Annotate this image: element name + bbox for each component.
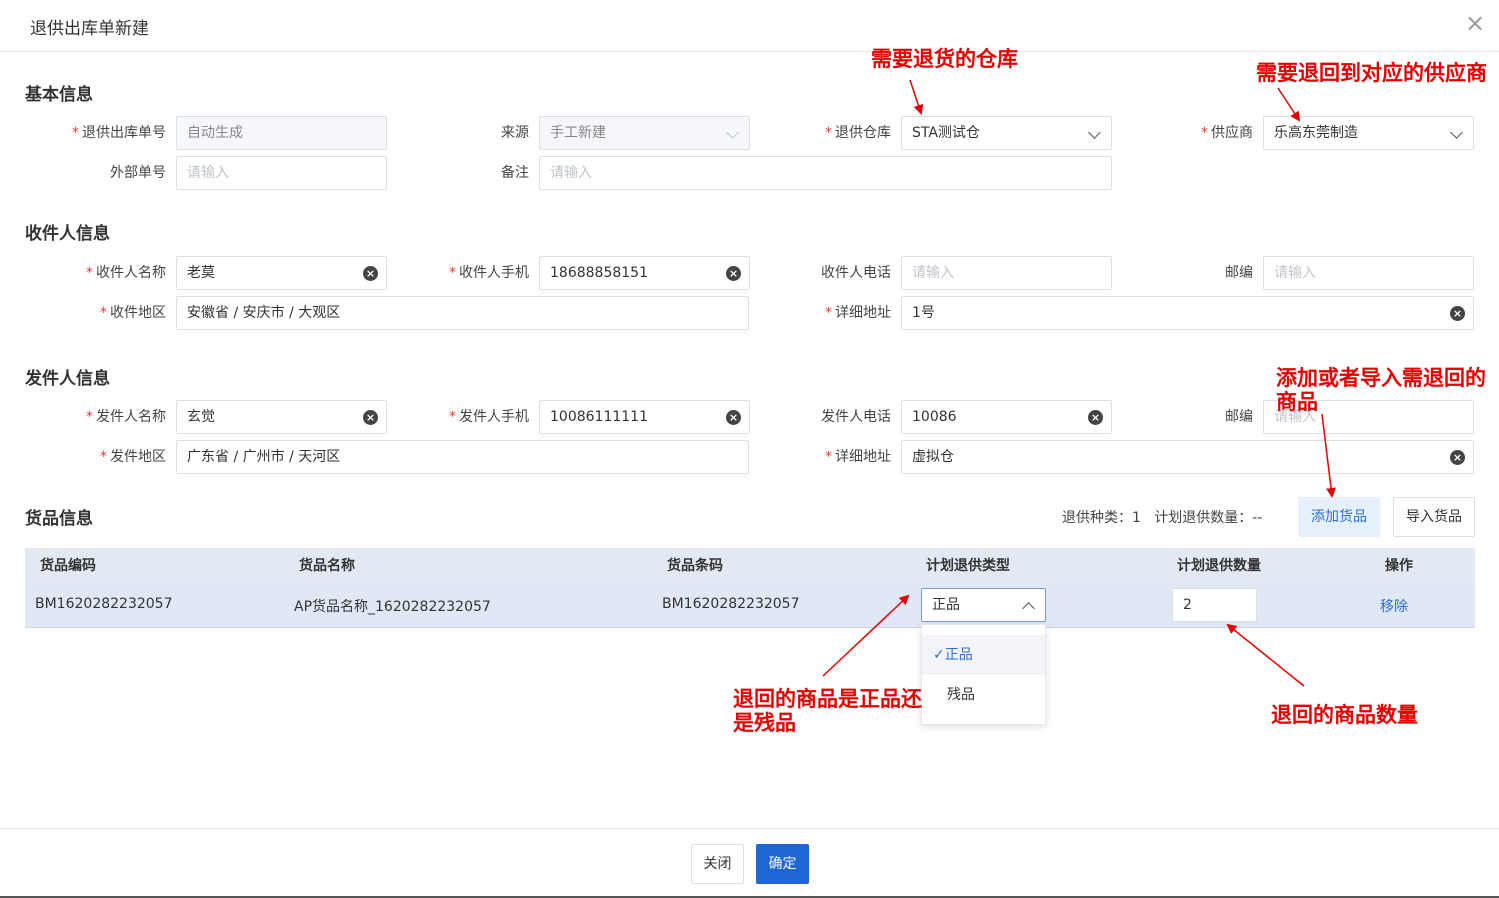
supplier-label: * 供应商: [1201, 125, 1253, 141]
receiver-mobile-label: * 收件人手机: [449, 265, 529, 281]
external-no-label: 外部单号: [110, 165, 166, 181]
receiver-address-input[interactable]: 1号 ×: [901, 296, 1474, 330]
receiver-region-select[interactable]: 安徽省 / 安庆市 / 大观区: [176, 296, 749, 330]
goods-name-cell: AP货品名称_1620282232057: [294, 599, 491, 615]
return-quantity-input[interactable]: 2: [1172, 588, 1257, 622]
receiver-name-label: * 收件人名称: [86, 265, 166, 281]
remark-label: 备注: [501, 165, 529, 181]
source-select: 手工新建: [539, 116, 750, 150]
section-receiver-title: 收件人信息: [25, 224, 110, 244]
confirm-button[interactable]: 确定: [756, 844, 809, 884]
sender-zip-label: 邮编: [1225, 409, 1253, 425]
return-type-dropdown: ✓正品 残品: [921, 624, 1046, 725]
header-divider: [0, 51, 1499, 52]
sender-mobile-label: * 发件人手机: [449, 409, 529, 425]
clear-icon[interactable]: ×: [1088, 410, 1103, 425]
chevron-down-icon: [726, 126, 739, 139]
receiver-phone-label: 收件人电话: [821, 265, 891, 281]
order-no-label: * 退供出库单号: [72, 125, 166, 141]
sender-mobile-input[interactable]: 10086111111 ×: [539, 400, 750, 434]
chevron-down-icon: [1088, 126, 1101, 139]
arrow-quantity: [1226, 623, 1305, 687]
receiver-mobile-input[interactable]: 18688858151 ×: [539, 256, 750, 290]
sender-phone-input[interactable]: 10086 ×: [901, 400, 1112, 434]
clear-icon[interactable]: ×: [726, 410, 741, 425]
col-header-quantity: 计划退供数量: [1177, 558, 1261, 574]
close-button[interactable]: 关闭: [691, 844, 744, 884]
order-no-field: 自动生成: [176, 116, 387, 150]
col-header-type: 计划退供类型: [926, 558, 1010, 574]
receiver-address-label: * 详细地址: [825, 305, 891, 321]
sender-address-label: * 详细地址: [825, 449, 891, 465]
footer-divider: [0, 828, 1499, 829]
sender-name-label: * 发件人名称: [86, 409, 166, 425]
dialog-title: 退供出库单新建: [30, 19, 149, 39]
remark-input[interactable]: 请输入: [539, 156, 1112, 190]
sender-region-label: * 发件地区: [100, 449, 166, 465]
arrow-warehouse: [909, 79, 924, 115]
clear-icon[interactable]: ×: [1450, 450, 1465, 465]
goods-barcode-cell: BM1620282232057: [662, 596, 800, 612]
annotation-quantity: 退回的商品数量: [1271, 703, 1418, 727]
section-goods-title: 货品信息: [25, 509, 93, 529]
col-header-code: 货品编码: [40, 558, 96, 574]
close-icon[interactable]: ×: [1462, 10, 1488, 36]
sender-name-input[interactable]: 玄觉 ×: [176, 400, 387, 434]
goods-code-cell: BM1620282232057: [35, 596, 173, 612]
receiver-name-input[interactable]: 老莫 ×: [176, 256, 387, 290]
receiver-zip-label: 邮编: [1225, 265, 1253, 281]
import-goods-button[interactable]: 导入货品: [1393, 497, 1475, 537]
sender-region-select[interactable]: 广东省 / 广州市 / 天河区: [176, 440, 749, 474]
warehouse-label: * 退供仓库: [825, 125, 891, 141]
sender-phone-label: 发件人电话: [821, 409, 891, 425]
receiver-phone-input[interactable]: 请输入: [901, 256, 1112, 290]
goods-summary: 退供种类：1 计划退供数量：--: [1062, 510, 1263, 526]
clear-icon[interactable]: ×: [1450, 306, 1465, 321]
col-header-barcode: 货品条码: [667, 558, 723, 574]
receiver-zip-input[interactable]: 请输入: [1263, 256, 1474, 290]
supplier-select[interactable]: 乐高东莞制造: [1263, 116, 1474, 150]
annotation-warehouse: 需要退货的仓库: [871, 47, 1018, 71]
clear-icon[interactable]: ×: [363, 266, 378, 281]
external-no-input[interactable]: 请输入: [176, 156, 387, 190]
warehouse-select[interactable]: STA测试仓: [901, 116, 1112, 150]
receiver-region-label: * 收件地区: [100, 305, 166, 321]
sender-address-input[interactable]: 虚拟仓 ×: [901, 440, 1474, 474]
check-icon: ✓: [933, 647, 945, 663]
col-header-action: 操作: [1385, 558, 1413, 574]
section-basic-title: 基本信息: [25, 85, 93, 105]
return-type-select[interactable]: 正品: [921, 588, 1046, 622]
remove-link[interactable]: 移除: [1380, 596, 1408, 616]
source-label: 来源: [501, 125, 529, 141]
annotation-supplier: 需要退回到对应的供应商: [1256, 61, 1487, 85]
col-header-name: 货品名称: [299, 558, 355, 574]
chevron-up-icon: [1022, 602, 1035, 615]
clear-icon[interactable]: ×: [726, 266, 741, 281]
chevron-down-icon: [1450, 126, 1463, 139]
clear-icon[interactable]: ×: [363, 410, 378, 425]
dropdown-option-genuine[interactable]: ✓正品: [922, 635, 1045, 675]
section-sender-title: 发件人信息: [25, 369, 110, 389]
add-goods-button[interactable]: 添加货品: [1298, 497, 1380, 537]
dropdown-option-defective[interactable]: 残品: [922, 675, 1045, 715]
annotation-type: 退回的商品是正品还是残品: [733, 687, 922, 735]
annotation-add-goods: 添加或者导入需退回的商品: [1276, 366, 1486, 414]
